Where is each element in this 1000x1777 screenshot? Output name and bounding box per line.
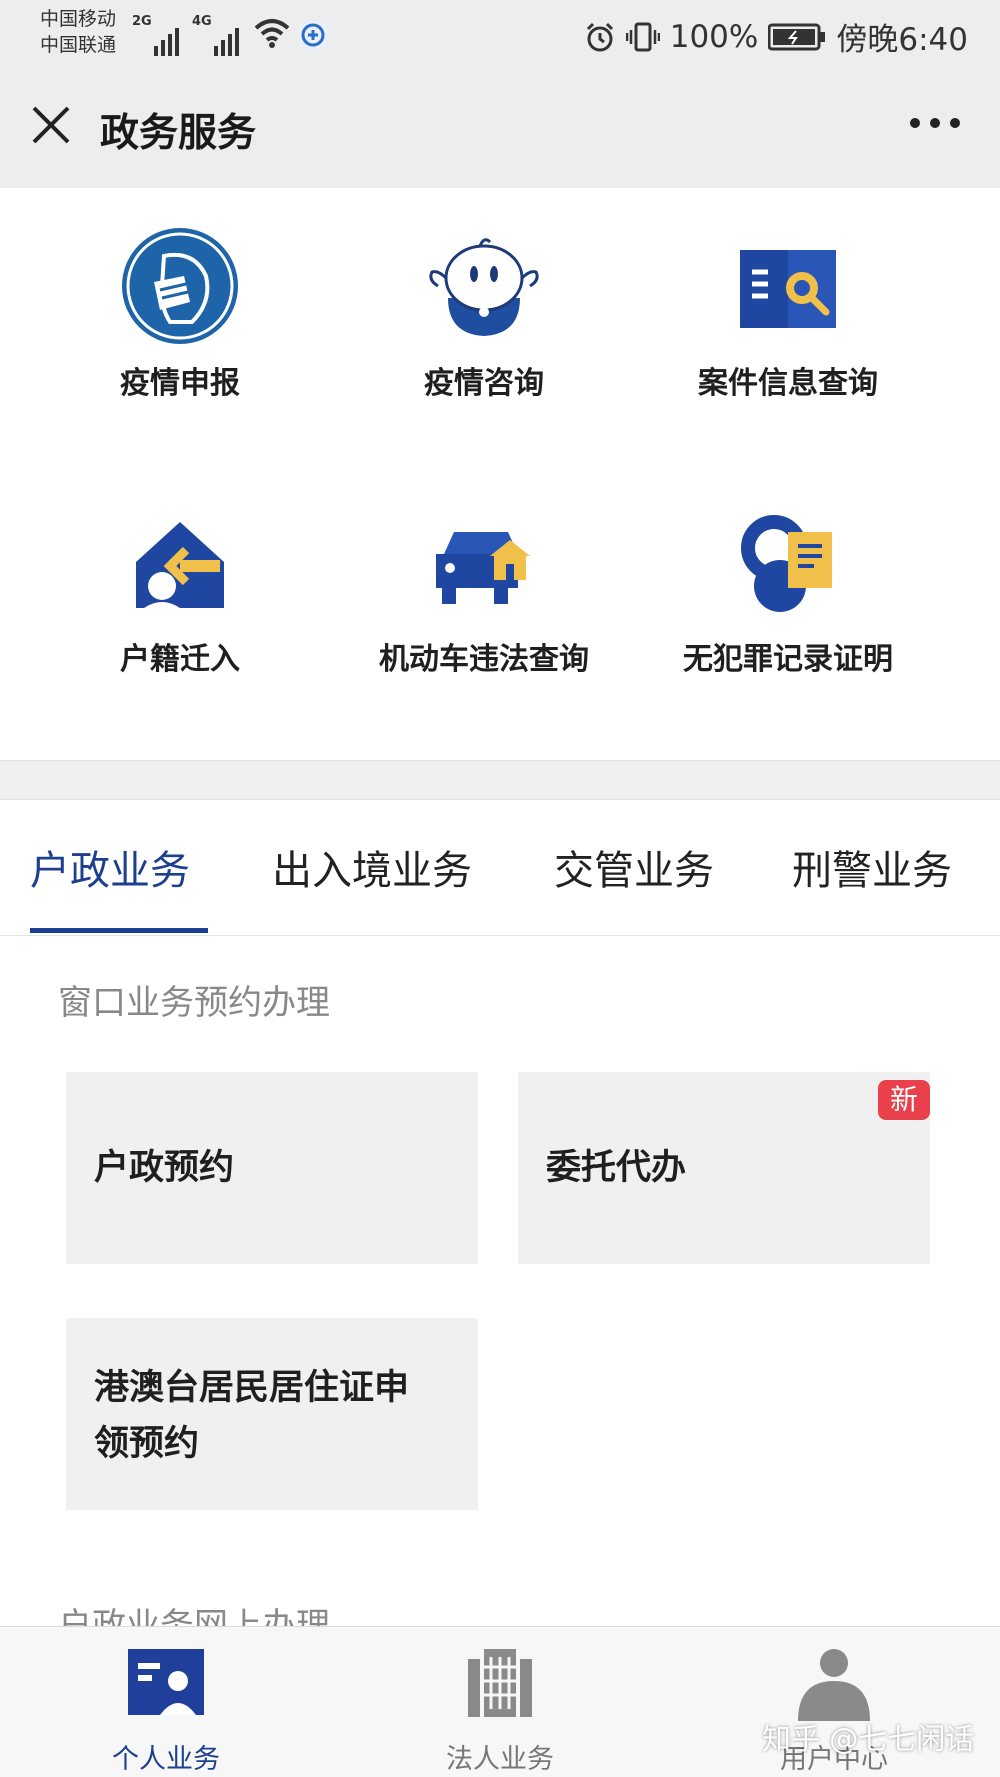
user-icon [798, 1649, 870, 1721]
card-household-appointment[interactable]: 户政预约 [66, 1072, 478, 1264]
section-title-online: 户政业务网上办理 [58, 1606, 330, 1626]
card-label: 港澳台居民居住证申 领预约 [94, 1360, 409, 1472]
page-title: 政务服务 [100, 111, 257, 156]
section-title: 窗口业务预约办理 [58, 983, 330, 1023]
quick-item-label: 机动车违法查询 [379, 642, 589, 677]
book-search-icon [740, 250, 836, 328]
category-tabs: 户政业务 出入境业务 交管业务 刑警业务 [0, 800, 1000, 936]
sync-icon [299, 21, 327, 49]
carrier-1: 中国移动 [40, 8, 117, 30]
tab-exit-entry[interactable]: 出入境业务 [272, 838, 472, 896]
carrier-names: 中国移动 中国联通 [40, 6, 116, 58]
nav-label: 个人业务 [112, 1744, 220, 1775]
battery-percent: 100% [669, 18, 759, 55]
battery-icon [768, 23, 826, 50]
quick-item-label: 户籍迁入 [120, 642, 240, 677]
tab-criminal[interactable]: 刑警业务 [792, 838, 952, 896]
nav-legal-entity-business[interactable]: 法人业务 [390, 1645, 610, 1775]
clock: 傍晚6:40 [836, 22, 968, 58]
tab-household[interactable]: 户政业务 [30, 838, 190, 896]
nav-personal-business[interactable]: 个人业务 [56, 1645, 276, 1775]
mascot-icon [429, 238, 539, 336]
quick-item-case-query[interactable]: 案件信息查询 [628, 188, 948, 448]
card-hmt-residence-permit[interactable]: 港澳台居民居住证申 领预约 [66, 1318, 478, 1510]
house-arrow-icon [136, 522, 224, 608]
section-divider [0, 760, 1000, 800]
card-label-line-2: 领预约 [94, 1424, 200, 1464]
network-type-2: 4G [192, 14, 212, 29]
card-label: 户政预约 [94, 1148, 235, 1188]
signal-bars-icon [154, 22, 179, 56]
quick-item-epidemic-consult[interactable]: 疫情咨询 [324, 188, 644, 448]
quick-item-household-move-in[interactable]: 户籍迁入 [20, 464, 340, 724]
handcuffs-document-icon [741, 515, 832, 612]
building-icon [468, 1649, 532, 1717]
close-icon[interactable] [28, 102, 74, 148]
signal-bars-icon [214, 22, 239, 56]
title-bar: 政务服务 [0, 72, 1000, 188]
active-tab-indicator [30, 928, 208, 933]
status-bar: 中国移动 中国联通 2G 4G 100% 傍晚6:40 [0, 0, 1000, 72]
quick-item-label: 案件信息查询 [698, 366, 878, 401]
carrier-2: 中国联通 [40, 34, 117, 56]
quick-item-label: 疫情咨询 [424, 366, 544, 401]
watermark: 知乎 @七七闲话 [762, 1722, 975, 1756]
tab-traffic[interactable]: 交管业务 [554, 838, 714, 896]
quick-item-epidemic-report[interactable]: 疫情申报 [20, 188, 340, 448]
wifi-icon [254, 19, 290, 48]
quick-item-vehicle-violation[interactable]: 机动车违法查询 [324, 464, 644, 724]
network-type-1: 2G [132, 14, 152, 29]
card-label-line-1: 港澳台居民居住证申 [94, 1368, 410, 1408]
card-label: 委托代办 [546, 1148, 687, 1188]
quick-item-no-criminal-record[interactable]: 无犯罪记录证明 [628, 464, 948, 724]
person-card-icon [128, 1649, 204, 1715]
more-options-icon[interactable] [910, 118, 960, 134]
new-badge: 新 [878, 1080, 930, 1120]
status-right: 100% 傍晚6:40 [584, 14, 968, 59]
mask-icon [122, 228, 238, 344]
quick-item-label: 疫情申报 [120, 366, 240, 401]
nav-label: 法人业务 [446, 1744, 554, 1775]
card-proxy-handling[interactable]: 委托代办 新 [518, 1072, 930, 1264]
car-house-icon [436, 532, 530, 604]
quick-services-grid: 疫情申报 疫情咨询 案件信息查询 户籍迁入 机动车违法查询 无犯罪记录证明 [0, 188, 1000, 760]
quick-item-label: 无犯罪记录证明 [683, 642, 893, 677]
alarm-icon [586, 22, 613, 51]
vibrate-icon [625, 22, 660, 51]
